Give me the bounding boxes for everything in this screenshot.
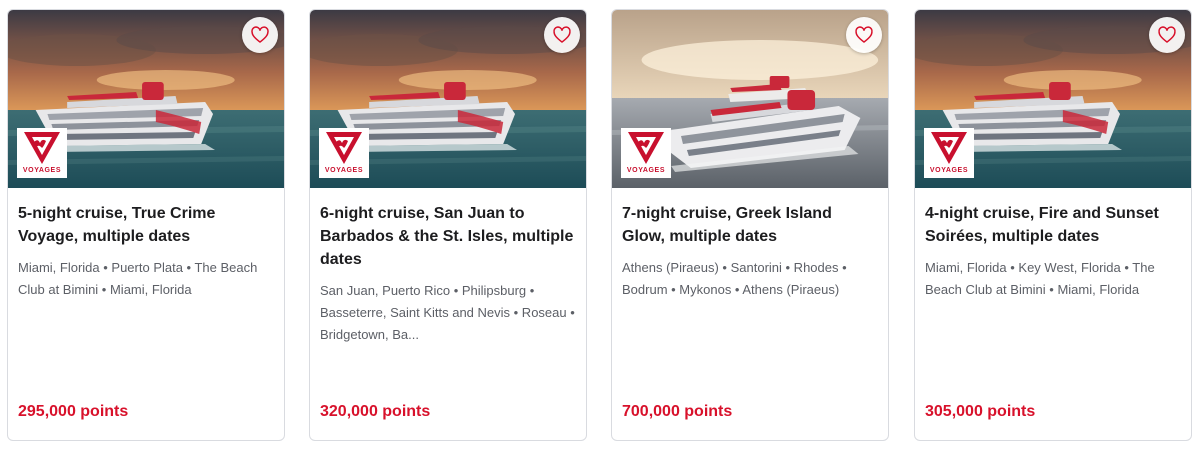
cruise-title[interactable]: 4-night cruise, Fire and Sunset Soirées,…	[925, 202, 1181, 248]
cruise-title[interactable]: 7-night cruise, Greek Island Glow, multi…	[622, 202, 878, 248]
virgin-logo-icon	[326, 132, 362, 164]
heart-outline-icon	[855, 26, 873, 43]
favorite-button[interactable]	[846, 17, 882, 53]
itinerary-ports: Miami, Florida • Key West, Florida • The…	[925, 260, 1155, 297]
favorite-button[interactable]	[242, 17, 278, 53]
heart-outline-icon	[251, 26, 269, 43]
cruise-title[interactable]: 6-night cruise, San Juan to Barbados & t…	[320, 202, 576, 271]
cruise-card[interactable]: VOYAGES 5-night cruise, True Crime Voyag…	[7, 9, 285, 441]
itinerary-ports: Athens (Piraeus) • Santorini • Rhodes • …	[622, 260, 847, 297]
price-points: 320,000 points	[320, 403, 431, 420]
logo-text: VOYAGES	[22, 167, 62, 174]
cruise-image[interactable]: VOYAGES	[612, 10, 888, 188]
cruise-card-row: VOYAGES 5-night cruise, True Crime Voyag…	[0, 0, 1202, 454]
logo-text: VOYAGES	[929, 167, 969, 174]
favorite-button[interactable]	[544, 17, 580, 53]
price-points: 305,000 points	[925, 403, 1036, 420]
logo-text: VOYAGES	[324, 167, 364, 174]
virgin-logo-icon	[628, 132, 664, 164]
logo-text: VOYAGES	[626, 167, 666, 174]
price-points: 295,000 points	[18, 403, 129, 420]
cruise-card[interactable]: VOYAGES 7-night cruise, Greek Island Glo…	[611, 9, 889, 441]
cruise-title[interactable]: 5-night cruise, True Crime Voyage, multi…	[18, 202, 274, 248]
cruise-card[interactable]: VOYAGES 4-night cruise, Fire and Sunset …	[914, 9, 1192, 441]
cruise-image[interactable]: VOYAGES	[310, 10, 586, 188]
virgin-logo-icon	[24, 132, 60, 164]
favorite-button[interactable]	[1149, 17, 1185, 53]
cruise-image[interactable]: VOYAGES	[8, 10, 284, 188]
virgin-voyages-logo: VOYAGES	[17, 128, 67, 178]
cruise-image[interactable]: VOYAGES	[915, 10, 1191, 188]
virgin-voyages-logo: VOYAGES	[621, 128, 671, 178]
virgin-voyages-logo: VOYAGES	[319, 128, 369, 178]
cruise-card[interactable]: VOYAGES 6-night cruise, San Juan to Barb…	[309, 9, 587, 441]
itinerary-ports: Miami, Florida • Puerto Plata • The Beac…	[18, 260, 258, 297]
virgin-logo-icon	[931, 132, 967, 164]
itinerary-ports: San Juan, Puerto Rico • Philipsburg • Ba…	[320, 283, 575, 342]
heart-outline-icon	[1158, 26, 1176, 43]
heart-outline-icon	[553, 26, 571, 43]
virgin-voyages-logo: VOYAGES	[924, 128, 974, 178]
price-points: 700,000 points	[622, 403, 733, 420]
